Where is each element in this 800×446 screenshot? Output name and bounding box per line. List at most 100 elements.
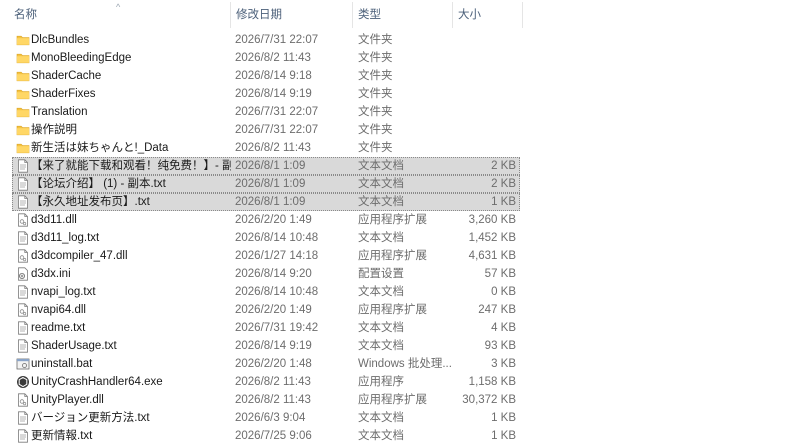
file-name: 操作説明 — [31, 124, 77, 136]
text-file-icon — [16, 339, 30, 353]
file-type: 文本文档 — [358, 322, 404, 334]
file-modified-date: 2026/8/14 9:19 — [235, 88, 312, 100]
file-row[interactable]: UnityCrashHandler64.exe 2026/8/2 11:43 应用程… — [12, 373, 520, 391]
file-name: Translation — [31, 106, 88, 118]
file-row[interactable]: ShaderFixes 2026/8/14 9:19 文件夹 — [12, 85, 520, 103]
file-modified-date: 2026/8/1 1:09 — [235, 196, 306, 208]
file-size: 57 KB — [484, 268, 516, 280]
file-modified-date: 2026/7/31 22:07 — [235, 106, 319, 118]
file-row[interactable]: d3dx.ini 2026/8/14 9:20 配置设置 57 KB — [12, 265, 520, 283]
file-type: 文件夹 — [358, 34, 393, 46]
file-row[interactable]: ShaderCache 2026/8/14 9:18 文件夹 — [12, 67, 520, 85]
file-name: 【永久地址发布页】.txt — [31, 196, 150, 208]
file-size: 30,372 KB — [462, 394, 516, 406]
file-row[interactable]: ShaderUsage.txt 2026/8/14 9:19 文本文档 93 KB — [12, 337, 520, 355]
file-name: 更新情報.txt — [31, 430, 93, 442]
file-name: ShaderFixes — [31, 88, 96, 100]
text-file-icon — [16, 177, 30, 191]
file-row[interactable]: 操作説明 2026/7/31 22:07 文件夹 — [12, 121, 520, 139]
column-header-name[interactable]: 名称 — [8, 0, 234, 30]
file-row[interactable]: uninstall.bat 2026/2/20 1:48 Windows 批处理..… — [12, 355, 520, 373]
file-size: 1,452 KB — [468, 232, 516, 244]
folder-icon — [16, 87, 30, 101]
file-name: ShaderUsage.txt — [31, 340, 117, 352]
file-row[interactable]: 【永久地址发布页】.txt 2026/8/1 1:09 文本文档 1 KB — [12, 193, 520, 211]
file-modified-date: 2026/8/14 9:19 — [235, 340, 312, 352]
unity-exe-icon — [16, 375, 30, 389]
file-row[interactable]: バージョン更新方法.txt 2026/6/3 9:04 文本文档 1 KB — [12, 409, 520, 427]
file-row[interactable]: 新生活は妹ちゃんと!_Data 2026/8/2 11:43 文件夹 — [12, 139, 520, 157]
file-row[interactable]: d3d11.dll 2026/2/20 1:49 应用程序扩展 3,260 KB — [12, 211, 520, 229]
file-name: バージョン更新方法.txt — [31, 412, 150, 424]
file-type: 应用程序扩展 — [358, 394, 427, 406]
text-file-icon — [16, 195, 30, 209]
column-header-modified[interactable]: 修改日期 — [230, 0, 352, 30]
file-size: 2 KB — [491, 160, 516, 172]
file-name: MonoBleedingEdge — [31, 52, 132, 64]
text-file-icon — [16, 159, 30, 173]
file-row[interactable]: d3dcompiler_47.dll 2026/1/27 14:18 应用程序扩展 4… — [12, 247, 520, 265]
file-type: 文件夹 — [358, 142, 393, 154]
file-name: 新生活は妹ちゃんと!_Data — [31, 142, 169, 154]
text-file-icon — [16, 411, 30, 425]
file-type: 文件夹 — [358, 124, 393, 136]
file-size: 1 KB — [491, 196, 516, 208]
file-type: 文件夹 — [358, 106, 393, 118]
file-row[interactable]: nvapi_log.txt 2026/8/14 10:48 文本文档 0 KB — [12, 283, 520, 301]
file-modified-date: 2026/8/1 1:09 — [235, 160, 306, 172]
column-header-size[interactable]: 大小 — [452, 0, 522, 30]
file-modified-date: 2026/8/14 10:48 — [235, 232, 319, 244]
file-type: 文本文档 — [358, 160, 404, 172]
file-name: nvapi64.dll — [31, 304, 86, 316]
file-type: 文件夹 — [358, 88, 393, 100]
dll-file-icon — [16, 213, 30, 227]
file-name: UnityPlayer.dll — [31, 394, 104, 406]
text-file-icon — [16, 231, 30, 245]
file-modified-date: 2026/2/20 1:48 — [235, 358, 312, 370]
text-file-icon — [16, 285, 30, 299]
column-header-modified-label: 修改日期 — [236, 9, 282, 21]
file-modified-date: 2026/1/27 14:18 — [235, 250, 319, 262]
file-name: nvapi_log.txt — [31, 286, 96, 298]
file-type: 文本文档 — [358, 286, 404, 298]
file-row[interactable]: Translation 2026/7/31 22:07 文件夹 — [12, 103, 520, 121]
dll-file-icon — [16, 393, 30, 407]
sort-ascending-icon: ^ — [116, 2, 121, 12]
ini-file-icon — [16, 267, 30, 281]
column-header-size-label: 大小 — [458, 9, 481, 21]
file-modified-date: 2026/8/2 11:43 — [235, 376, 311, 388]
file-row[interactable]: nvapi64.dll 2026/2/20 1:49 应用程序扩展 247 KB — [12, 301, 520, 319]
file-size: 1 KB — [491, 430, 516, 442]
file-size: 1 KB — [491, 412, 516, 424]
folder-icon — [16, 141, 30, 155]
file-name: UnityCrashHandler64.exe — [31, 376, 163, 388]
column-header-type[interactable]: 类型 — [352, 0, 452, 30]
file-row[interactable]: MonoBleedingEdge 2026/8/2 11:43 文件夹 — [12, 49, 520, 67]
file-row[interactable]: 【来了就能下载和观看！纯免费！】- 副... 2026/8/1 1:09 文本文档 2… — [12, 157, 520, 175]
column-divider[interactable] — [522, 2, 523, 28]
file-type: 文本文档 — [358, 412, 404, 424]
file-modified-date: 2026/2/20 1:49 — [235, 214, 312, 226]
file-row[interactable]: DlcBundles 2026/7/31 22:07 文件夹 — [12, 31, 520, 49]
column-header-type-label: 类型 — [358, 9, 381, 21]
file-size: 93 KB — [484, 340, 516, 352]
folder-icon — [16, 69, 30, 83]
file-type: 应用程序扩展 — [358, 214, 427, 226]
file-type: 应用程序扩展 — [358, 304, 427, 316]
file-row[interactable]: readme.txt 2026/7/31 19:42 文本文档 4 KB — [12, 319, 520, 337]
text-file-icon — [16, 429, 30, 443]
file-type: 文本文档 — [358, 178, 404, 190]
file-row[interactable]: 更新情報.txt 2026/7/25 9:06 文本文档 1 KB — [12, 427, 520, 445]
file-type: 文本文档 — [358, 196, 404, 208]
file-name: d3d11_log.txt — [31, 232, 100, 244]
file-type: 文件夹 — [358, 52, 393, 64]
file-size: 1,158 KB — [468, 376, 516, 388]
file-row[interactable]: 【论坛介绍】 (1) - 副本.txt 2026/8/1 1:09 文本文档 2 KB — [12, 175, 520, 193]
file-modified-date: 2026/8/2 11:43 — [235, 52, 311, 64]
column-header-name-label: 名称 — [14, 9, 37, 21]
file-row[interactable]: UnityPlayer.dll 2026/8/2 11:43 应用程序扩展 30,37… — [12, 391, 520, 409]
file-row[interactable]: d3d11_log.txt 2026/8/14 10:48 文本文档 1,452 KB — [12, 229, 520, 247]
file-type: 应用程序扩展 — [358, 250, 427, 262]
file-modified-date: 2026/8/14 10:48 — [235, 286, 319, 298]
file-name: uninstall.bat — [31, 358, 93, 370]
